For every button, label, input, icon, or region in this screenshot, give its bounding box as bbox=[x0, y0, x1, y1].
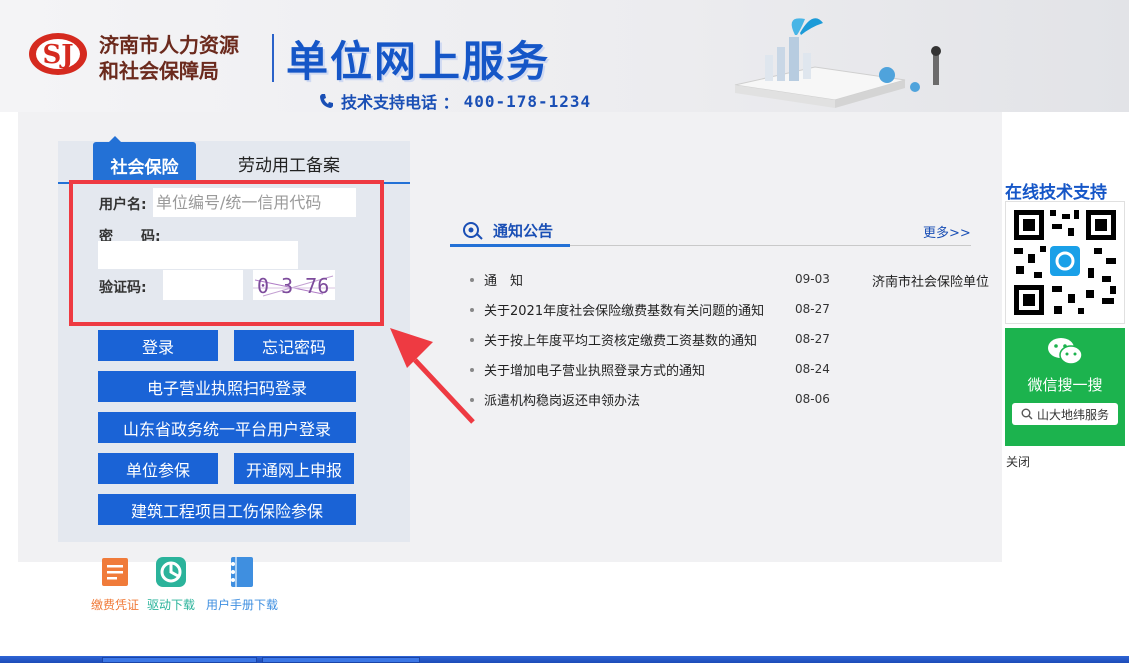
open-online-declare-button[interactable]: 开通网上申报 bbox=[234, 453, 354, 484]
qr-code bbox=[1005, 201, 1125, 324]
notice-date: 08-06 bbox=[795, 392, 830, 406]
notice-item[interactable]: 关于按上年度平均工资核定缴费工资基数的通知 bbox=[470, 330, 850, 349]
bullet bbox=[470, 308, 474, 312]
license-scan-login-button[interactable]: 电子营业执照扫码登录 bbox=[98, 371, 356, 402]
notice-item[interactable]: 关于增加电子营业执照登录方式的通知 bbox=[470, 360, 850, 379]
unit-insure-button[interactable]: 单位参保 bbox=[98, 453, 218, 484]
notice-date: 09-03 bbox=[795, 272, 830, 286]
receipt-icon bbox=[102, 558, 128, 586]
notice-divider-accent bbox=[450, 244, 570, 247]
svg-text:SJ: SJ bbox=[42, 40, 73, 70]
wechat-search-box[interactable]: 山大地纬服务 bbox=[1012, 403, 1118, 425]
close-support-link[interactable]: 关闭 bbox=[1006, 453, 1030, 470]
online-support-title: 在线技术支持 bbox=[1005, 183, 1107, 203]
notice-more-link[interactable]: 更多>> bbox=[923, 222, 971, 241]
notice-item-scrolling[interactable]: 济南市社会保险单位 bbox=[872, 271, 1007, 290]
taskbar-item[interactable] bbox=[262, 657, 420, 663]
construction-insure-button[interactable]: 建筑工程项目工伤保险参保 bbox=[98, 494, 356, 525]
hrss-logo-icon: SJ bbox=[29, 33, 87, 75]
page-header: SJ 济南市人力资源 和社会保障局 单位网上服务 技术支持电话 ： 400-17… bbox=[0, 0, 1129, 112]
notice-item[interactable]: 派遣机构稳岗返还申领办法 bbox=[470, 390, 850, 409]
header-divider bbox=[272, 34, 274, 82]
bullet bbox=[470, 368, 474, 372]
tab-social-insurance[interactable]: 社会保险 bbox=[93, 136, 196, 182]
manual-download-link[interactable]: 用户手册下载 bbox=[204, 556, 280, 613]
header-illustration bbox=[734, 18, 941, 108]
wechat-icon bbox=[1048, 338, 1083, 365]
notice-item[interactable]: 关于2021年度社会保险缴费基数有关问题的通知 bbox=[470, 300, 850, 319]
notice-title: 通知公告 bbox=[493, 222, 554, 240]
gov-platform-login-button[interactable]: 山东省政务统一平台用户登录 bbox=[98, 412, 356, 443]
search-icon bbox=[1021, 408, 1033, 420]
highlight-box bbox=[69, 180, 384, 326]
forgot-password-button[interactable]: 忘记密码 bbox=[234, 330, 354, 361]
service-title: 单位网上服务 bbox=[286, 37, 551, 86]
login-button[interactable]: 登录 bbox=[98, 330, 218, 361]
taskbar-item[interactable] bbox=[102, 657, 257, 663]
driver-icon bbox=[156, 557, 186, 587]
notice-item[interactable]: 通 知 bbox=[470, 270, 850, 289]
megaphone-icon bbox=[463, 222, 483, 240]
driver-download-link[interactable]: 驱动下载 bbox=[144, 556, 198, 613]
bullet bbox=[470, 398, 474, 402]
bullet bbox=[470, 338, 474, 342]
bullet bbox=[470, 278, 474, 282]
payment-voucher-link[interactable]: 缴费凭证 bbox=[88, 556, 142, 613]
hotline: 技术支持电话 ： 400-178-1234 bbox=[318, 89, 591, 113]
manual-icon bbox=[231, 557, 253, 587]
notice-date: 08-27 bbox=[795, 302, 830, 316]
notice-date: 08-24 bbox=[795, 362, 830, 376]
wechat-search-text: 微信搜一搜 bbox=[1027, 376, 1103, 394]
notice-date: 08-27 bbox=[795, 332, 830, 346]
tab-labor-filing[interactable]: 劳动用工备案 bbox=[238, 151, 340, 176]
org-name: 济南市人力资源 和社会保障局 bbox=[99, 33, 239, 83]
qr-code-icon bbox=[1014, 210, 1116, 315]
wechat-search-panel[interactable]: 微信搜一搜 山大地纬服务 bbox=[1005, 328, 1125, 446]
phone-icon bbox=[320, 94, 333, 108]
